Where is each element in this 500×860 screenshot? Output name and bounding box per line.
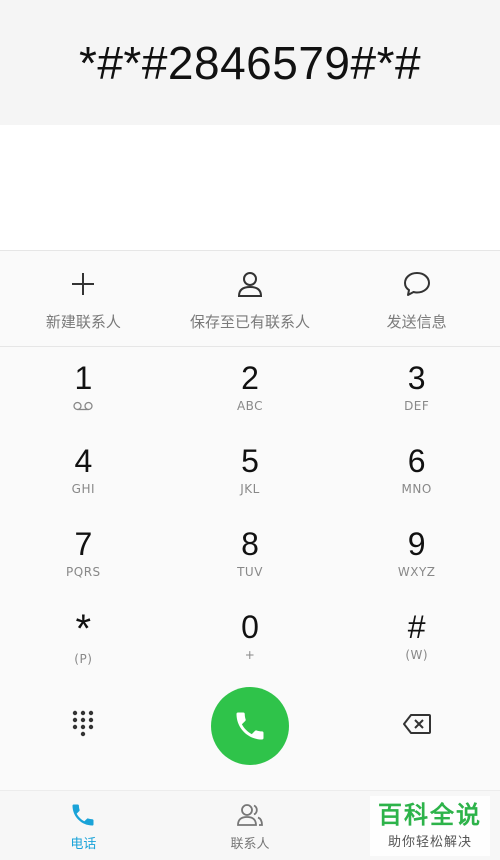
call-button[interactable]	[211, 687, 289, 765]
key-8[interactable]: 8 TUV	[167, 513, 334, 596]
person-icon	[237, 272, 263, 297]
tab-contacts[interactable]: 联系人	[167, 791, 334, 860]
key-4[interactable]: 4 GHI	[0, 430, 167, 513]
new-contact-label: 新建联系人	[45, 313, 121, 331]
key-3[interactable]: 3 DEF	[333, 347, 500, 430]
key-7[interactable]: 7 PQRS	[0, 513, 167, 596]
send-message-button[interactable]: 发送信息	[333, 251, 500, 346]
key-letters: (W)	[405, 648, 429, 662]
key-letters: (P)	[74, 652, 93, 666]
message-icon	[403, 272, 430, 296]
voicemail-icon	[73, 401, 93, 411]
tab-phone[interactable]: 电话	[0, 791, 167, 860]
delete-button[interactable]	[402, 713, 432, 739]
key-digit: 2	[241, 360, 259, 396]
contacts-icon	[237, 804, 263, 826]
key-letters: DEF	[404, 399, 430, 413]
tab-phone-label: 电话	[70, 837, 97, 852]
key-digit: 8	[241, 526, 259, 562]
dialed-number: *#*#2846579#*#	[78, 36, 422, 89]
key-letters: TUV	[237, 565, 263, 579]
plus-icon	[72, 273, 95, 295]
key-letters: PQRS	[66, 565, 101, 579]
phone-icon	[236, 712, 264, 740]
key-0[interactable]: 0 +	[167, 596, 334, 679]
dial-keypad: 1 2 ABC 3 DEF 4 GHI 5 JKL 6 MNO 7 PQRS 8…	[0, 347, 500, 790]
watermark-subtitle: 助你轻松解决	[387, 835, 472, 850]
key-9[interactable]: 9 WXYZ	[333, 513, 500, 596]
key-digit: #	[407, 609, 426, 645]
key-letters: ABC	[236, 399, 264, 413]
send-message-label: 发送信息	[386, 313, 447, 331]
dialpad-icon	[73, 710, 94, 737]
key-digit: 5	[241, 443, 259, 479]
key-5[interactable]: 5 JKL	[167, 430, 334, 513]
key-digit: 3	[407, 360, 426, 396]
watermark-title: 百科全说	[378, 801, 482, 829]
key-digit: 0	[241, 609, 259, 645]
tab-contacts-label: 联系人	[230, 837, 270, 852]
key-digit: 9	[407, 526, 426, 562]
key-digit: 4	[74, 443, 93, 479]
suggestions-area	[0, 125, 500, 251]
key-6[interactable]: 6 MNO	[333, 430, 500, 513]
key-star[interactable]: * (P)	[0, 596, 167, 679]
watermark-logo: 百科全说 助你轻松解决	[370, 796, 490, 856]
key-1[interactable]: 1	[0, 347, 167, 430]
key-digit: 7	[74, 526, 93, 562]
key-letters: WXYZ	[397, 565, 436, 579]
key-digit: 1	[74, 360, 93, 396]
key-letters: MNO	[401, 482, 432, 496]
key-letters: +	[244, 648, 256, 662]
key-digit: 6	[407, 443, 426, 479]
save-to-existing-contact-label: 保存至已有联系人	[190, 313, 311, 331]
quick-actions-bar: 新建联系人 保存至已有联系人 发送信息	[0, 251, 500, 347]
key-letters: JKL	[240, 482, 260, 496]
hide-dialpad-button[interactable]	[71, 709, 95, 743]
dialed-number-display[interactable]: *#*#2846579#*#	[0, 0, 500, 125]
save-to-existing-contact-button[interactable]: 保存至已有联系人	[167, 251, 334, 346]
key-2[interactable]: 2 ABC	[167, 347, 334, 430]
phone-icon	[72, 804, 94, 826]
key-hash[interactable]: # (W)	[333, 596, 500, 679]
backspace-icon	[402, 714, 431, 734]
key-digit: *	[75, 607, 92, 651]
key-letters: GHI	[71, 482, 96, 496]
new-contact-button[interactable]: 新建联系人	[0, 251, 167, 346]
